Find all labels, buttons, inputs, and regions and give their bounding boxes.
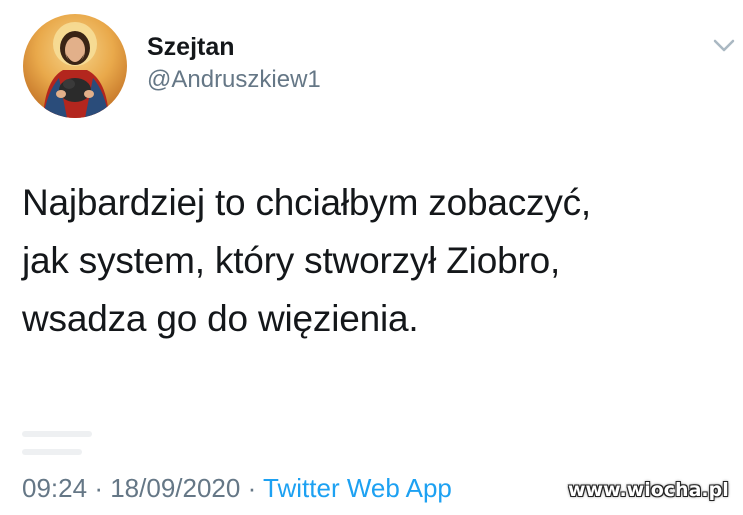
tweet-text-line: jak system, który stworzył Ziobro, <box>22 240 561 281</box>
tweet-date[interactable]: 18/09/2020 <box>110 473 240 503</box>
faded-divider <box>22 424 262 455</box>
meta-separator: · <box>247 473 257 503</box>
watermark: www.wiocha.pl <box>568 479 729 501</box>
tweet-text: Najbardziej to chciałbym zobaczyć, jak s… <box>22 174 732 348</box>
tweet-source-link[interactable]: Twitter Web App <box>263 473 452 503</box>
display-name[interactable]: Szejtan <box>147 32 321 62</box>
tweet-time[interactable]: 09:24 <box>22 473 87 503</box>
faded-mark <box>22 449 82 455</box>
tweet-text-line: Najbardziej to chciałbym zobaczyć, <box>22 182 591 223</box>
tweet-author[interactable]: Szejtan @Andruszkiew1 <box>147 32 321 95</box>
tweet-metadata: 09:24 · 18/09/2020 · Twitter Web App <box>22 471 452 505</box>
meta-separator: · <box>94 473 103 503</box>
avatar-image <box>43 22 109 118</box>
tweet-text-line: wsadza go do więzienia. <box>22 298 419 339</box>
chevron-down-icon[interactable] <box>713 38 735 54</box>
faded-mark <box>22 431 92 437</box>
tweet-card: Szejtan @Andruszkiew1 Najbardziej to chc… <box>0 0 743 515</box>
user-handle[interactable]: @Andruszkiew1 <box>147 65 321 95</box>
avatar[interactable] <box>23 14 127 118</box>
